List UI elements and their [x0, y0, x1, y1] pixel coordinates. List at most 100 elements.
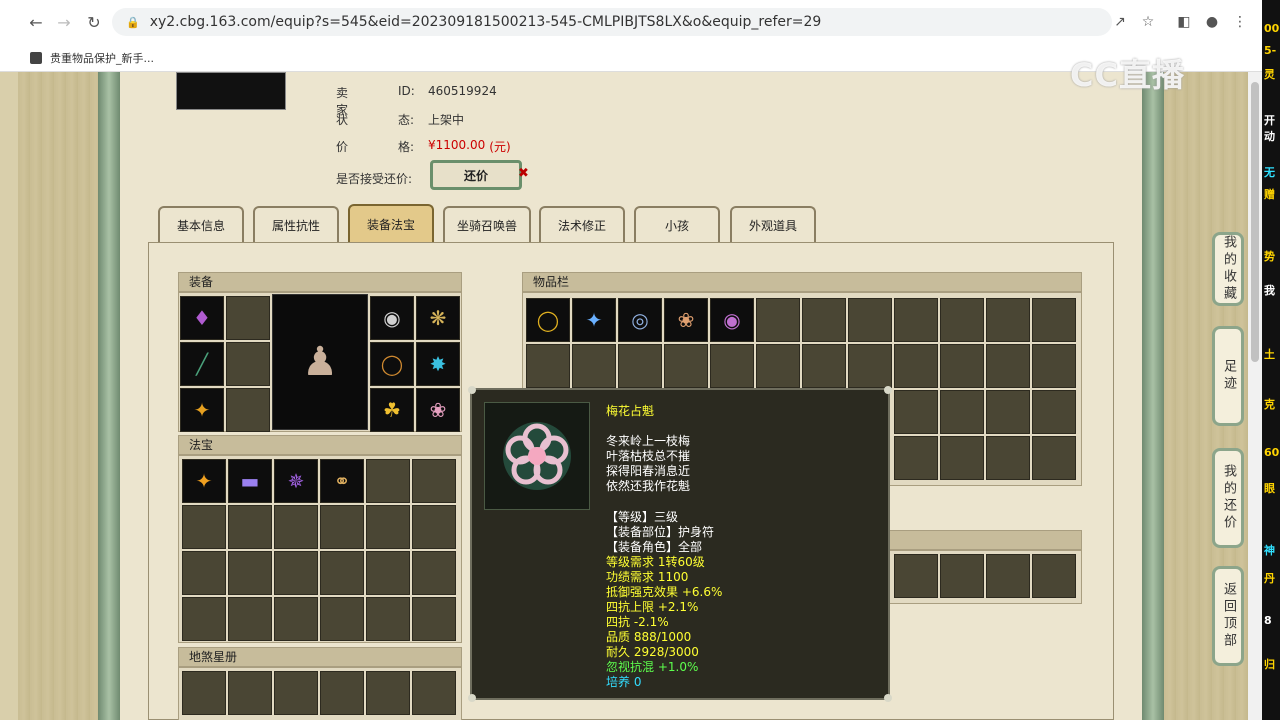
inventory-slot-empty[interactable]: [940, 298, 984, 342]
fabao-slot-empty[interactable]: [274, 597, 318, 641]
inventory-slot-empty[interactable]: [894, 436, 938, 480]
fabao-slot-empty[interactable]: [320, 597, 364, 641]
inventory-slot-empty[interactable]: [986, 436, 1030, 480]
fabao-slot-empty[interactable]: [228, 597, 272, 641]
reload-icon[interactable]: ↻: [80, 8, 108, 36]
bargain-button[interactable]: 还价: [430, 160, 522, 190]
fabao-slot-empty[interactable]: [366, 459, 410, 503]
close-icon[interactable]: ✖: [518, 166, 529, 181]
profile-icon[interactable]: ●: [1200, 10, 1224, 34]
sidepanel-icon[interactable]: ◧: [1172, 10, 1196, 34]
equip-slot-belt[interactable]: ✸: [416, 342, 460, 386]
tab-spell-correction[interactable]: 法术修正: [539, 206, 625, 242]
inventory-slot-empty[interactable]: [848, 298, 892, 342]
inventory-item-2[interactable]: ✦: [572, 298, 616, 342]
fabao-slot-empty[interactable]: [182, 551, 226, 595]
inventory-slot-empty[interactable]: [802, 344, 846, 388]
menu-icon[interactable]: ⋮: [1228, 10, 1252, 34]
inventory-slot-empty[interactable]: [572, 344, 616, 388]
inventory-slot-empty[interactable]: [756, 344, 800, 388]
back-to-top-button[interactable]: 返回顶部: [1212, 566, 1244, 666]
inventory-slot-empty[interactable]: [1032, 344, 1076, 388]
inventory-item-5[interactable]: ◉: [710, 298, 754, 342]
stars-slot-empty[interactable]: [412, 671, 456, 715]
fabao-slot-empty[interactable]: [412, 597, 456, 641]
equip-slot-clothes[interactable]: ♦: [180, 296, 224, 340]
address-bar[interactable]: 🔒 xy2.cbg.163.com/equip?s=545&eid=202309…: [112, 8, 1112, 36]
inventory-slot-empty[interactable]: [1032, 436, 1076, 480]
equip-slot-amulet[interactable]: ☘: [370, 388, 414, 432]
inventory-slot-empty[interactable]: [986, 298, 1030, 342]
back-icon[interactable]: ←: [22, 8, 50, 36]
inventory-slot-empty[interactable]: [940, 344, 984, 388]
inventory-slot-empty[interactable]: [986, 390, 1030, 434]
inventory-slot-empty[interactable]: [756, 298, 800, 342]
stars-slot-empty[interactable]: [366, 671, 410, 715]
fabao-item-3[interactable]: ✵: [274, 459, 318, 503]
share-icon[interactable]: ↗: [1108, 10, 1132, 34]
secondary-slot-empty[interactable]: [940, 554, 984, 598]
inventory-slot-empty[interactable]: [940, 436, 984, 480]
equip-slot-empty[interactable]: [226, 296, 270, 340]
fabao-slot-empty[interactable]: [182, 505, 226, 549]
inventory-item-4[interactable]: ❀: [664, 298, 708, 342]
fabao-slot-empty[interactable]: [274, 505, 318, 549]
my-bargain-button[interactable]: 我的还价: [1212, 448, 1244, 548]
inventory-slot-empty[interactable]: [1032, 390, 1076, 434]
stars-slot-empty[interactable]: [320, 671, 364, 715]
inventory-slot-empty[interactable]: [940, 390, 984, 434]
inventory-item-3[interactable]: ◎: [618, 298, 662, 342]
fabao-slot-empty[interactable]: [366, 505, 410, 549]
fabao-item-2[interactable]: ▬: [228, 459, 272, 503]
inventory-slot-empty[interactable]: [1032, 298, 1076, 342]
fabao-slot-empty[interactable]: [366, 597, 410, 641]
inventory-slot-empty[interactable]: [526, 344, 570, 388]
fabao-slot-empty[interactable]: [412, 459, 456, 503]
inventory-slot-empty[interactable]: [618, 344, 662, 388]
inventory-slot-empty[interactable]: [802, 298, 846, 342]
stars-slot-empty[interactable]: [228, 671, 272, 715]
fabao-slot-empty[interactable]: [366, 551, 410, 595]
inventory-item-1[interactable]: ◯: [526, 298, 570, 342]
fabao-slot-empty[interactable]: [412, 505, 456, 549]
secondary-slot-empty[interactable]: [1032, 554, 1076, 598]
stars-slot-empty[interactable]: [182, 671, 226, 715]
equip-slot-helmet[interactable]: ◉: [370, 296, 414, 340]
equip-slot-shoes[interactable]: ✦: [180, 388, 224, 432]
fabao-slot-empty[interactable]: [228, 551, 272, 595]
fabao-slot-empty[interactable]: [274, 551, 318, 595]
forward-icon[interactable]: →: [50, 8, 78, 36]
inventory-slot-empty[interactable]: [986, 344, 1030, 388]
scrollbar[interactable]: [1248, 72, 1262, 720]
equip-slot-empty[interactable]: [226, 388, 270, 432]
my-favorites-button[interactable]: 我的收藏: [1212, 232, 1244, 306]
tab-mounts-pets[interactable]: 坐骑召唤兽: [443, 206, 531, 242]
tab-attributes[interactable]: 属性抗性: [253, 206, 339, 242]
equip-slot-talisman[interactable]: ❀: [416, 388, 460, 432]
footprint-button[interactable]: 足迹: [1212, 326, 1244, 426]
tab-children[interactable]: 小孩: [634, 206, 720, 242]
fabao-item-4[interactable]: ⚭: [320, 459, 364, 503]
inventory-slot-empty[interactable]: [894, 390, 938, 434]
equip-slot-necklace[interactable]: ❋: [416, 296, 460, 340]
inventory-slot-empty[interactable]: [710, 344, 754, 388]
inventory-slot-empty[interactable]: [664, 344, 708, 388]
fabao-slot-empty[interactable]: [412, 551, 456, 595]
fabao-slot-empty[interactable]: [320, 551, 364, 595]
equip-slot-ring[interactable]: ◯: [370, 342, 414, 386]
scrollbar-thumb[interactable]: [1251, 82, 1259, 362]
stars-slot-empty[interactable]: [274, 671, 318, 715]
secondary-slot-empty[interactable]: [986, 554, 1030, 598]
bookmark-item[interactable]: 贵重物品保护_新手...: [50, 50, 154, 66]
fabao-slot-empty[interactable]: [228, 505, 272, 549]
tab-appearance[interactable]: 外观道具: [730, 206, 816, 242]
inventory-slot-empty[interactable]: [894, 298, 938, 342]
fabao-slot-empty[interactable]: [320, 505, 364, 549]
inventory-slot-empty[interactable]: [848, 344, 892, 388]
secondary-slot-empty[interactable]: [894, 554, 938, 598]
inventory-slot-empty[interactable]: [894, 344, 938, 388]
tab-basic-info[interactable]: 基本信息: [158, 206, 244, 242]
equip-slot-weapon[interactable]: ╱: [180, 342, 224, 386]
fabao-slot-empty[interactable]: [182, 597, 226, 641]
tab-equipment[interactable]: 装备法宝: [348, 204, 434, 242]
